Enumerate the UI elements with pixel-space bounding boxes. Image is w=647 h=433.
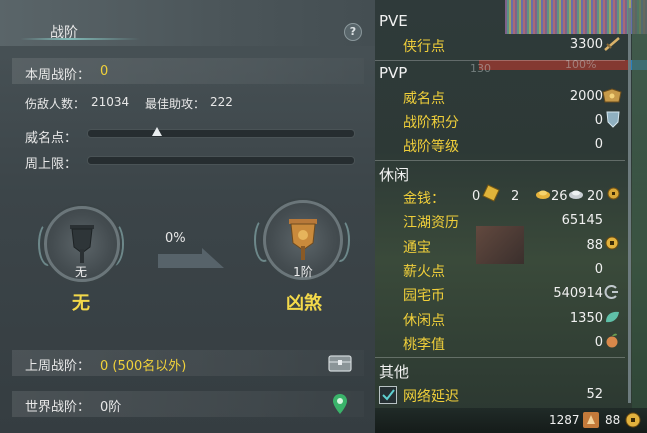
leaf-icon — [606, 311, 619, 323]
best-assist-label: 最佳助攻： — [145, 97, 206, 111]
yuanzhai-label: 园宅币 — [403, 288, 445, 304]
weekly-cap-label: 周上限： — [25, 157, 78, 172]
money-label: 金钱： — [403, 191, 445, 207]
help-icon[interactable]: ? — [344, 23, 362, 41]
last-week-label: 上周战阶： — [25, 359, 91, 374]
next-tier-caption: 1阶 — [293, 265, 313, 279]
copper-coin-icon — [607, 187, 620, 200]
last-week-value: 0 (500名以外) — [100, 359, 187, 374]
banner-icon — [70, 225, 94, 263]
xinhuo-label: 薪火点 — [403, 264, 445, 280]
kills-value: 21034 — [91, 95, 130, 109]
section-divider — [375, 60, 625, 61]
latency-checkbox[interactable] — [379, 386, 397, 404]
section-pvp: PVP — [379, 64, 408, 82]
best-assist-value: 222 — [210, 95, 233, 109]
prestige-icon — [602, 88, 622, 103]
current-tier-name: 无 — [72, 293, 90, 314]
latency-label: 网络延迟 — [403, 389, 459, 405]
weekly-rank-value: 0 — [100, 64, 109, 79]
xiaxing-label: 侠行点 — [403, 39, 445, 55]
xiuxian-value: 1350 — [569, 311, 603, 326]
battle-rank-panel: 战阶 ? 本周战阶： 0 伤敌人数： 21034 最佳助攻： 222 威名点： … — [0, 0, 375, 433]
weiming-value: 2000 — [569, 89, 603, 104]
weiming-label: 威名点 — [403, 91, 445, 107]
background-scene — [505, 0, 647, 34]
world-rank-value: 0阶 — [100, 400, 122, 415]
latency-value: 52 — [586, 387, 603, 402]
bottom-coin-icon — [625, 412, 641, 428]
zhanjie-dengji-value: 0 — [594, 137, 603, 152]
prestige-label: 威名点： — [25, 131, 78, 146]
kills-label: 伤敌人数： — [25, 97, 86, 111]
header-decoration — [20, 38, 140, 40]
zhanjie-dengji-label: 战阶等级 — [403, 139, 459, 155]
jianghu-value: 65145 — [561, 213, 603, 228]
background-level-text: 130 — [470, 62, 491, 75]
background-foliage — [632, 0, 647, 433]
weekly-rank-label: 本周战阶： — [25, 68, 91, 83]
money-value-a: 0 — [472, 189, 481, 204]
crest-icon — [606, 111, 620, 128]
xiaxing-value: 3300 — [569, 37, 603, 52]
tongbao-coin-icon — [605, 236, 619, 250]
banner-gold-icon — [289, 219, 317, 260]
prestige-slider-thumb[interactable] — [152, 127, 162, 136]
xinhuo-value: 0 — [594, 262, 603, 277]
section-leisure: 休闲 — [379, 166, 410, 184]
bottom-level-value: 1287 — [549, 413, 580, 427]
tongbao-label: 通宝 — [403, 240, 431, 256]
world-rank-label: 世界战阶： — [25, 400, 91, 415]
money-value-c: 26 — [551, 189, 568, 204]
scrollbar[interactable] — [628, 8, 631, 403]
panel-header: 战阶 ? — [0, 0, 375, 46]
taoli-label: 桃李值 — [403, 337, 445, 353]
section-divider — [375, 160, 625, 161]
next-tier-name: 凶煞 — [286, 293, 322, 314]
sword-icon — [604, 37, 620, 51]
bottom-coin-value: 88 — [605, 413, 621, 427]
background-health-bar — [479, 60, 647, 70]
current-tier-caption: 无 — [74, 265, 87, 279]
scroll-item-icon — [476, 226, 524, 264]
tier-progress-percent: 0% — [165, 231, 186, 246]
character-icon[interactable] — [582, 411, 600, 429]
tongbao-value: 88 — [586, 238, 603, 253]
section-other: 其他 — [379, 363, 410, 381]
gold-ingot-icon — [482, 184, 500, 202]
jianghu-label: 江湖资历 — [403, 215, 459, 231]
money-value-b: 2 — [511, 189, 520, 204]
reward-chest-icon[interactable] — [328, 353, 352, 373]
zhanjie-jifen-value: 0 — [594, 113, 603, 128]
gold-coin-icon — [536, 190, 550, 199]
weekly-cap-bar — [87, 156, 355, 165]
zhanjie-jifen-label: 战阶积分 — [403, 115, 459, 131]
prestige-slider[interactable] — [87, 129, 355, 138]
xiuxian-label: 休闲点 — [403, 313, 445, 329]
taoli-value: 0 — [594, 335, 603, 350]
section-divider — [375, 357, 625, 358]
house-coin-icon — [604, 285, 618, 299]
progress-arrow-icon — [158, 248, 224, 268]
currency-stats-panel: 130 100% PVE 侠行点 3300 PVP 威名点 2000 战阶积分 … — [375, 0, 647, 433]
section-pve: PVE — [379, 12, 408, 30]
yuanzhai-value: 540914 — [553, 286, 603, 301]
money-value-d: 20 — [587, 189, 604, 204]
peach-icon — [606, 333, 618, 348]
map-pin-icon[interactable] — [333, 394, 347, 414]
check-icon — [382, 389, 395, 401]
silver-coin-icon — [569, 190, 583, 199]
